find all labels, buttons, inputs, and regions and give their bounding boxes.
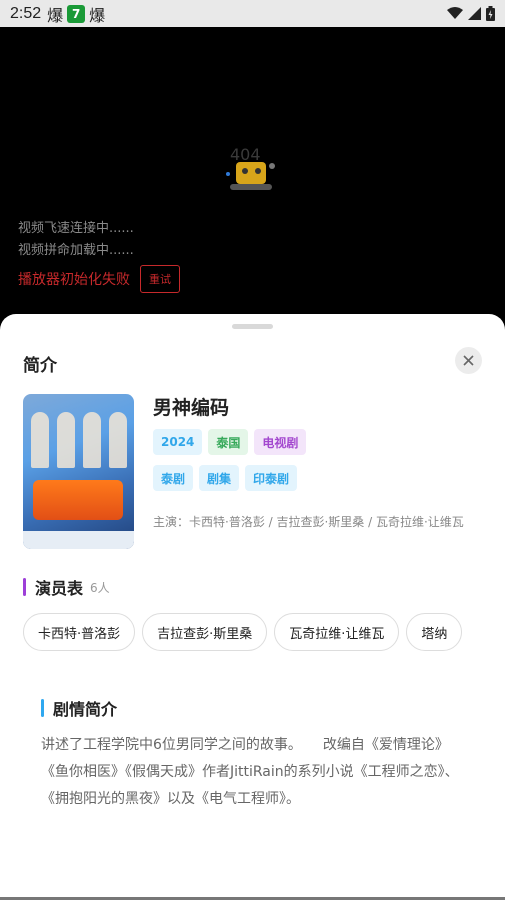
retry-button[interactable]: 重试 — [140, 265, 180, 293]
intro-sheet: 简介 男神编码 2024 泰国 电视剧 泰剧 剧集 印泰剧 主演：卡西特·普洛彭… — [0, 314, 505, 900]
starring-line: 主演：卡西特·普洛彭 / 吉拉查彭·斯里桑 / 瓦奇拉维·让维瓦 — [153, 515, 464, 529]
player-error: 播放器初始化失败 重试 — [18, 265, 180, 293]
app-notification-icon-2: 爆 — [89, 5, 106, 25]
close-icon — [463, 355, 474, 366]
tag-row-1: 2024 泰国 电视剧 — [153, 429, 307, 455]
tag-genre-3: 印泰剧 — [245, 465, 298, 491]
plot-text: 讲述了工程学院中6位男同学之间的故事。 改编自《爱情理论》《鱼你相医》《假偶天成… — [41, 737, 459, 807]
app-7-icon: 7 — [67, 4, 86, 23]
cast-chip[interactable]: 瓦奇拉维·让维瓦 — [274, 613, 400, 651]
plot-title: 剧情简介 — [53, 700, 118, 719]
plot-header: 剧情简介 — [41, 696, 117, 720]
player-error-text: 播放器初始化失败 — [18, 272, 130, 288]
cast-chip[interactable]: 卡西特·普洛彭 — [23, 613, 136, 651]
show-title: 男神编码 — [153, 397, 230, 419]
poster-title-art — [33, 480, 123, 520]
tag-type: 电视剧 — [254, 429, 307, 455]
loading-status-2: 视频拼命加载中...... — [18, 243, 134, 258]
loading-status-1: 视频飞速连接中...... — [18, 221, 134, 236]
svg-text:404: 404 — [230, 145, 261, 164]
tag-year: 2024 — [153, 429, 203, 455]
cast-chip[interactable]: 塔纳 — [406, 613, 463, 651]
video-player[interactable]: 404 视频飞速连接中...... 视频拼命加载中...... 播放器初始化失败… — [0, 27, 505, 314]
tag-row-2: 泰剧 剧集 印泰剧 — [153, 465, 298, 491]
sheet-title: 简介 — [23, 356, 57, 376]
cast-list[interactable]: 卡西特·普洛彭 吉拉查彭·斯里桑 瓦奇拉维·让维瓦 塔纳 — [23, 613, 483, 653]
wifi-icon — [447, 7, 463, 19]
status-time: 2:52 — [10, 4, 42, 22]
cast-count: 6人 — [90, 580, 110, 595]
tag-genre-1: 泰剧 — [153, 465, 194, 491]
sheet-drag-handle[interactable] — [232, 324, 273, 329]
cast-header: 演员表 6人 — [23, 575, 110, 599]
show-poster — [23, 394, 134, 549]
poster-cast-art — [31, 412, 127, 472]
cast-title: 演员表 — [35, 579, 84, 598]
404-robot-image: 404 — [226, 145, 275, 190]
cast-chip[interactable]: 吉拉查彭·斯里桑 — [142, 613, 268, 651]
poster-credits-strip — [23, 531, 134, 549]
battery-icon — [486, 6, 495, 21]
signal-icon — [468, 7, 481, 20]
close-button[interactable] — [455, 347, 482, 374]
status-bar: 2:52 爆 7 爆 — [0, 0, 505, 27]
section-accent-bar — [41, 699, 44, 717]
section-accent-bar — [23, 578, 26, 596]
tag-region: 泰国 — [208, 429, 249, 455]
app-notification-icon: 爆 — [47, 5, 64, 25]
tag-genre-2: 剧集 — [199, 465, 240, 491]
